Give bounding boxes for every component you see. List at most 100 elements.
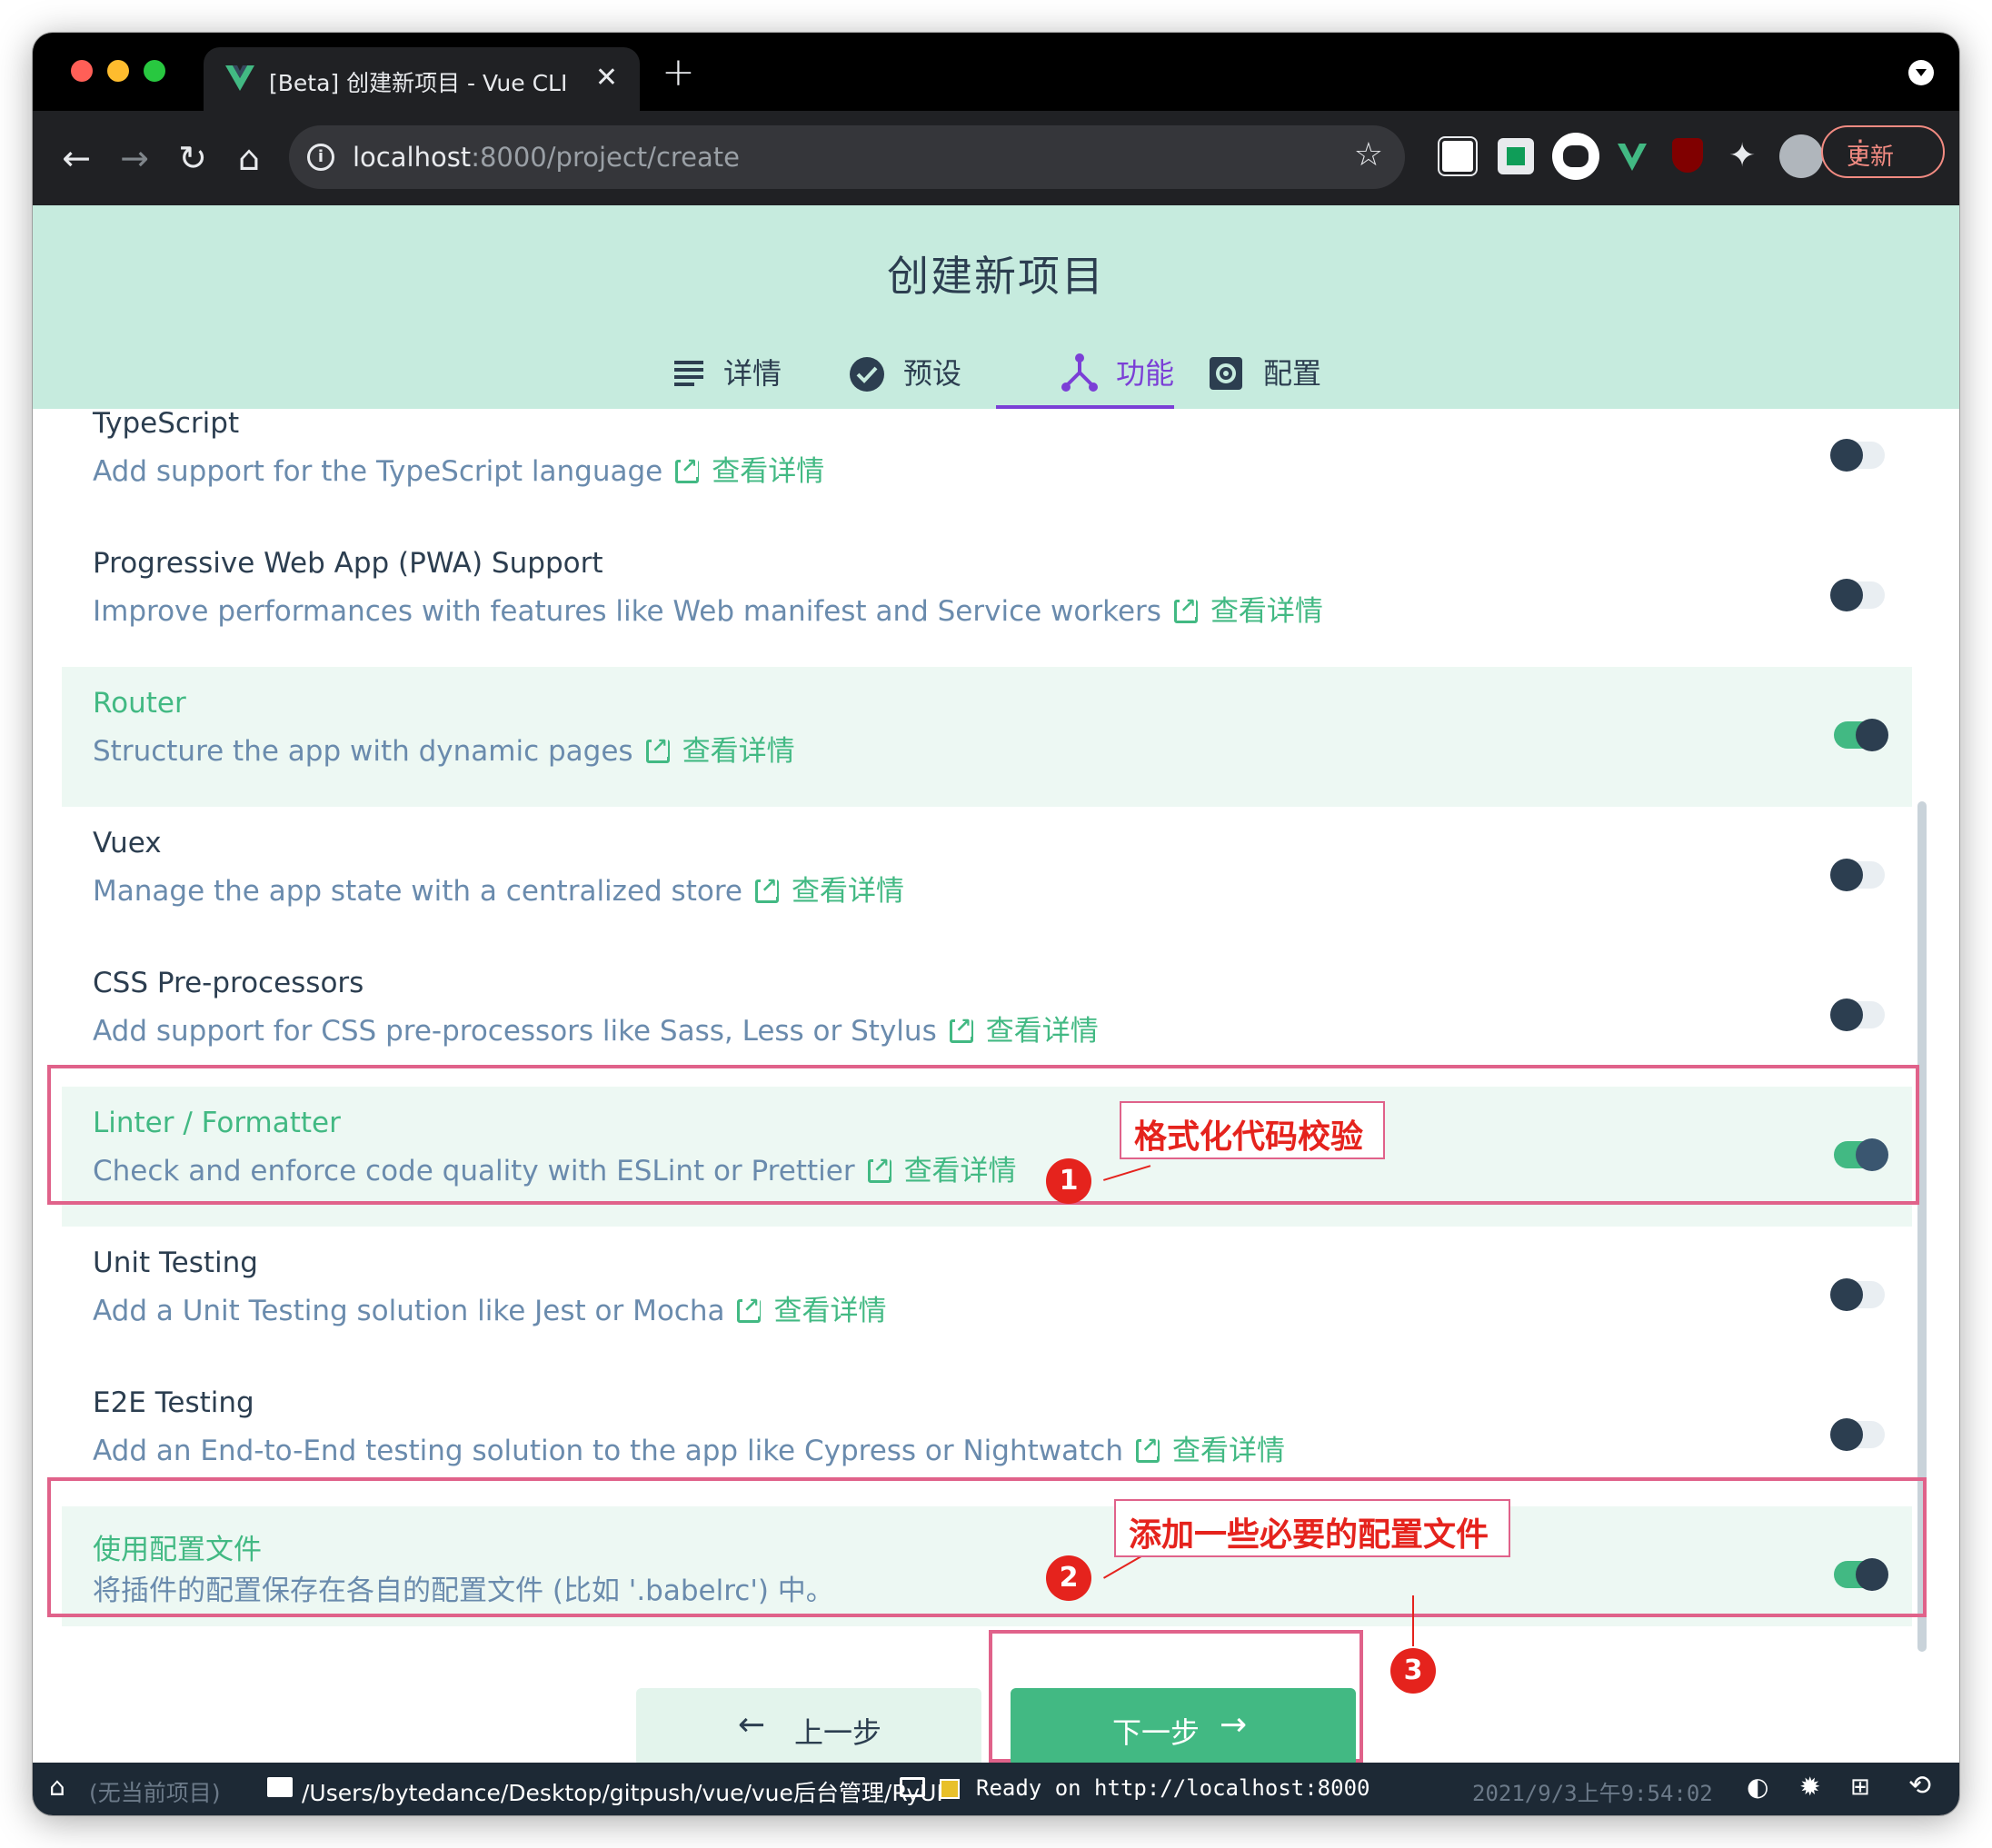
highlight-linter [47,1065,1919,1205]
feature-description: Add support for the TypeScript language查… [93,448,824,489]
vue-logo-icon [225,65,254,91]
arrow-right-icon: → [1220,1706,1248,1744]
feature-description: Add support for CSS pre-processors like … [93,1008,1099,1048]
feature-toggle[interactable] [1830,579,1885,611]
zoom-window-button[interactable] [144,60,165,82]
address-bar[interactable]: i localhost:8000/project/create ☆ [289,125,1405,189]
feature-description: Manage the app state with a centralized … [93,868,904,909]
more-info-link[interactable]: 查看详情 [712,455,824,488]
profile-avatar-icon[interactable] [1779,134,1823,178]
next-step-button[interactable]: 下一步 → [1011,1688,1356,1766]
settings-icon [1210,357,1242,390]
current-path[interactable]: /Users/bytedance/Desktop/gitpush/vue/vue… [302,1775,943,1808]
bookmark-star-icon[interactable]: ☆ [1354,136,1383,174]
vue-devtools-icon[interactable] [1614,138,1650,174]
external-link-icon[interactable] [675,457,700,483]
browser-toolbar: ← → ↻ ⌂ i localhost:8000/project/create … [33,111,1959,205]
back-icon[interactable]: ← [51,133,102,184]
feature-toggle[interactable] [1830,999,1885,1031]
folder-icon [267,1777,293,1797]
tab-details[interactable]: 详情 [672,338,836,409]
tab-label: 配置 [1263,356,1322,391]
external-link-icon[interactable] [1135,1436,1160,1463]
update-button[interactable]: 更新 ⋮ [1821,125,1945,178]
tab-search-icon[interactable] [1908,60,1934,85]
external-link-icon[interactable] [1173,597,1198,623]
feature-row-router[interactable]: Router Structure the app with dynamic pa… [62,667,1912,807]
feature-name: Progressive Web App (PWA) Support [93,547,603,580]
feature-name: E2E Testing [93,1386,254,1419]
forward-icon[interactable]: → [109,133,160,184]
datetime: 2021/9/3上午9:54:02 [1472,1781,1713,1806]
site-info-icon[interactable]: i [307,144,334,171]
feature-name: Vuex [93,827,162,859]
tab-strip: [Beta] 创建新项目 - Vue CLI ✕ + [33,33,1959,111]
feature-toggle[interactable] [1834,719,1888,751]
log-icon [940,1779,960,1799]
ublock-icon[interactable] [1672,138,1703,173]
fork-icon [1061,353,1098,392]
home-icon[interactable]: ⌂ [49,1772,65,1802]
close-tab-icon[interactable]: ✕ [595,62,618,94]
home-icon[interactable]: ⌂ [224,133,274,184]
notion-extension-icon[interactable] [1439,138,1476,174]
url-text[interactable]: localhost:8000/project/create [353,142,740,173]
browser-window: [Beta] 创建新项目 - Vue CLI ✕ + ← → ↻ ⌂ i loc… [33,33,1959,1815]
feature-toggle[interactable] [1830,439,1885,472]
feature-name: Router [93,687,186,720]
feature-row-pwa[interactable]: Progressive Web App (PWA) Support Improv… [62,527,1912,667]
refresh-icon[interactable]: ⟲ [1908,1770,1931,1802]
highlight-config-files [47,1477,1927,1617]
feature-list: TypeScript Add support for the TypeScrip… [33,409,1959,1626]
reload-icon[interactable]: ↻ [167,133,218,184]
browser-tab[interactable]: [Beta] 创建新项目 - Vue CLI ✕ [204,47,640,111]
more-info-link[interactable]: 查看详情 [1210,595,1323,628]
menu-dots-icon[interactable]: ⋮ [1847,134,1927,166]
status-bar: ⌂ (无当前项目) /Users/bytedance/Desktop/gitpu… [33,1763,1959,1815]
feature-name: CSS Pre-processors [93,967,364,999]
feature-row-unit-testing[interactable]: Unit Testing Add a Unit Testing solution… [62,1227,1912,1366]
tab-presets[interactable]: 预设 [849,338,1012,409]
close-window-button[interactable] [71,60,93,82]
list-icon [674,361,703,386]
minimize-window-button[interactable] [107,60,129,82]
more-info-link[interactable]: 查看详情 [682,735,795,768]
annotation-leader [1412,1595,1414,1646]
arrow-left-icon: ← [738,1706,766,1744]
feature-description: Add an End-to-End testing solution to th… [93,1427,1285,1468]
more-info-link[interactable]: 查看详情 [792,875,904,908]
previous-step-button[interactable]: ← 上一步 [636,1688,981,1766]
puzzle-icon[interactable]: ✦ [1728,138,1765,174]
extension-icon[interactable] [1498,138,1534,174]
step-tabs: 详情 预设 功能 配置 [33,338,1959,409]
more-info-link[interactable]: 查看详情 [1172,1435,1285,1467]
feature-toggle[interactable] [1830,1418,1885,1451]
feature-row-typescript[interactable]: TypeScript Add support for the TypeScrip… [62,409,1912,527]
external-link-icon[interactable] [949,1017,973,1043]
log-message[interactable]: Ready on http://localhost:8000 [976,1775,1370,1801]
translate-icon[interactable]: ⊞ [1850,1773,1870,1801]
external-link-icon[interactable] [645,737,670,763]
feature-toggle[interactable] [1830,859,1885,891]
more-info-link[interactable]: 查看详情 [986,1015,1099,1048]
ghost-extension-icon[interactable] [1552,133,1599,180]
tab-label: 预设 [903,356,962,391]
bug-icon[interactable]: ✹ [1799,1772,1820,1802]
feature-description: Structure the app with dynamic pages查看详情 [93,728,795,769]
feature-toggle[interactable] [1830,1278,1885,1311]
check-circle-icon [850,357,884,392]
feature-description: Add a Unit Testing solution like Jest or… [93,1287,886,1328]
external-link-icon[interactable] [754,877,779,903]
dark-mode-icon[interactable]: ◐ [1747,1772,1768,1802]
annotation-note-2: 添加一些必要的配置文件 [1114,1499,1510,1557]
current-project[interactable]: (无当前项目) [89,1775,221,1808]
tab-title: [Beta] 创建新项目 - Vue CLI [269,70,568,96]
tab-label: 详情 [723,356,782,391]
feature-row-vuex[interactable]: Vuex Manage the app state with a central… [62,807,1912,947]
terminal-icon[interactable] [900,1777,925,1797]
tab-features[interactable]: 功能 [996,338,1174,409]
new-tab-button[interactable]: + [662,49,695,95]
more-info-link[interactable]: 查看详情 [773,1295,886,1327]
external-link-icon[interactable] [737,1297,762,1323]
tab-configuration[interactable]: 配置 [1209,338,1372,409]
